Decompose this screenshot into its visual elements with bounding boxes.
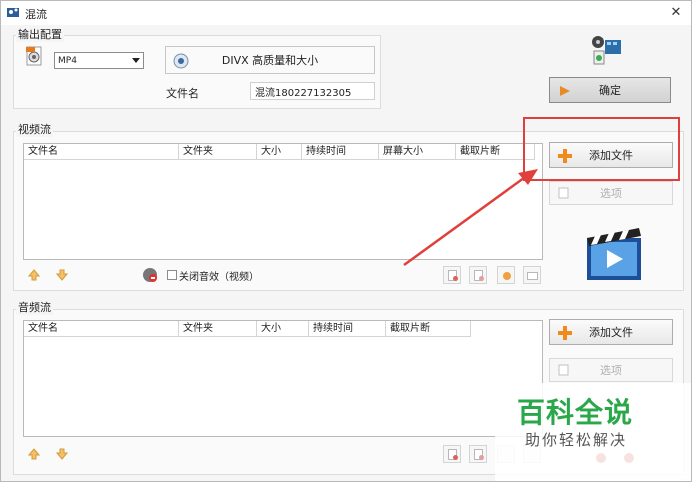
- audio-stream-label: 音频流: [16, 299, 53, 315]
- settings-disc-icon: [173, 53, 189, 69]
- format-icon: [26, 46, 42, 66]
- watermark-slogan: 助你轻松解决: [525, 431, 628, 449]
- audio-options-button[interactable]: 选项: [549, 358, 673, 382]
- format-select[interactable]: MP4: [54, 52, 144, 69]
- title-bar: 混流 ✕: [1, 1, 691, 25]
- audio-options-label: 选项: [600, 364, 622, 377]
- video-col-screen-size[interactable]: 屏幕大小: [379, 144, 456, 160]
- arrow-right-icon: [560, 86, 570, 96]
- audio-move-down-icon[interactable]: [56, 448, 68, 460]
- filename-label: 文件名: [166, 87, 199, 100]
- video-stream-label: 视频流: [16, 121, 53, 137]
- annotation-arrow: [403, 169, 538, 267]
- preset-button[interactable]: DIVX 高质量和大小: [165, 46, 375, 74]
- output-config-label: 输出配置: [16, 26, 64, 42]
- audio-remove-file-tool-icon[interactable]: [469, 445, 487, 463]
- plus-icon: [558, 326, 572, 340]
- video-col-duration[interactable]: 持续时间: [302, 144, 379, 160]
- options-page-icon: [558, 364, 569, 376]
- video-options-button[interactable]: 选项: [549, 181, 673, 205]
- window-title: 混流: [25, 8, 47, 21]
- audio-add-file-label: 添加文件: [589, 326, 633, 339]
- audio-file-table[interactable]: 文件名 文件夹 大小 持续时间 截取片断: [23, 320, 543, 437]
- format-select-value: MP4: [58, 55, 77, 66]
- audio-add-file-button[interactable]: 添加文件: [549, 319, 673, 345]
- confirm-button[interactable]: 确定: [549, 77, 671, 103]
- options-page-icon: [558, 187, 569, 199]
- audio-col-folder[interactable]: 文件夹: [179, 321, 257, 337]
- mixer-window: 混流 ✕ 输出配置 MP4 DIVX 高质量和大小 文件名 混流18022713…: [0, 0, 692, 482]
- video-col-size[interactable]: 大小: [257, 144, 302, 160]
- clapperboard-icon: [587, 228, 641, 280]
- move-up-icon[interactable]: [28, 269, 40, 281]
- audio-col-size[interactable]: 大小: [257, 321, 309, 337]
- audio-add-file-tool-icon[interactable]: [443, 445, 461, 463]
- video-options-label: 选项: [600, 187, 622, 200]
- move-down-icon[interactable]: [56, 269, 68, 281]
- film-app-icon: [7, 8, 19, 17]
- filename-value: 混流180227132305: [255, 87, 352, 99]
- close-icon[interactable]: ✕: [667, 4, 685, 22]
- confirm-label: 确定: [599, 84, 621, 97]
- annotation-highlight-box: [523, 117, 680, 181]
- audio-col-duration[interactable]: 持续时间: [309, 321, 386, 337]
- mute-speaker-icon: [143, 268, 157, 282]
- filename-field[interactable]: 混流180227132305: [250, 82, 375, 100]
- chevron-down-icon: [132, 58, 140, 63]
- audio-table-header: 文件名 文件夹 大小 持续时间 截取片断: [24, 321, 471, 337]
- video-col-filename[interactable]: 文件名: [24, 144, 179, 160]
- video-table-header: 文件名 文件夹 大小 持续时间 屏幕大小 截取片断: [24, 144, 535, 160]
- film-projector-icon: [592, 36, 621, 65]
- mute-label: 关闭音效（视频）: [179, 272, 259, 283]
- preset-label: DIVX 高质量和大小: [221, 54, 319, 67]
- audio-col-clip[interactable]: 截取片断: [386, 321, 471, 337]
- video-col-folder[interactable]: 文件夹: [179, 144, 257, 160]
- mute-checkbox[interactable]: [167, 270, 177, 280]
- watermark-logo-text: 百科全说: [517, 396, 634, 429]
- audio-move-up-icon[interactable]: [28, 448, 40, 460]
- audio-col-filename[interactable]: 文件名: [24, 321, 179, 337]
